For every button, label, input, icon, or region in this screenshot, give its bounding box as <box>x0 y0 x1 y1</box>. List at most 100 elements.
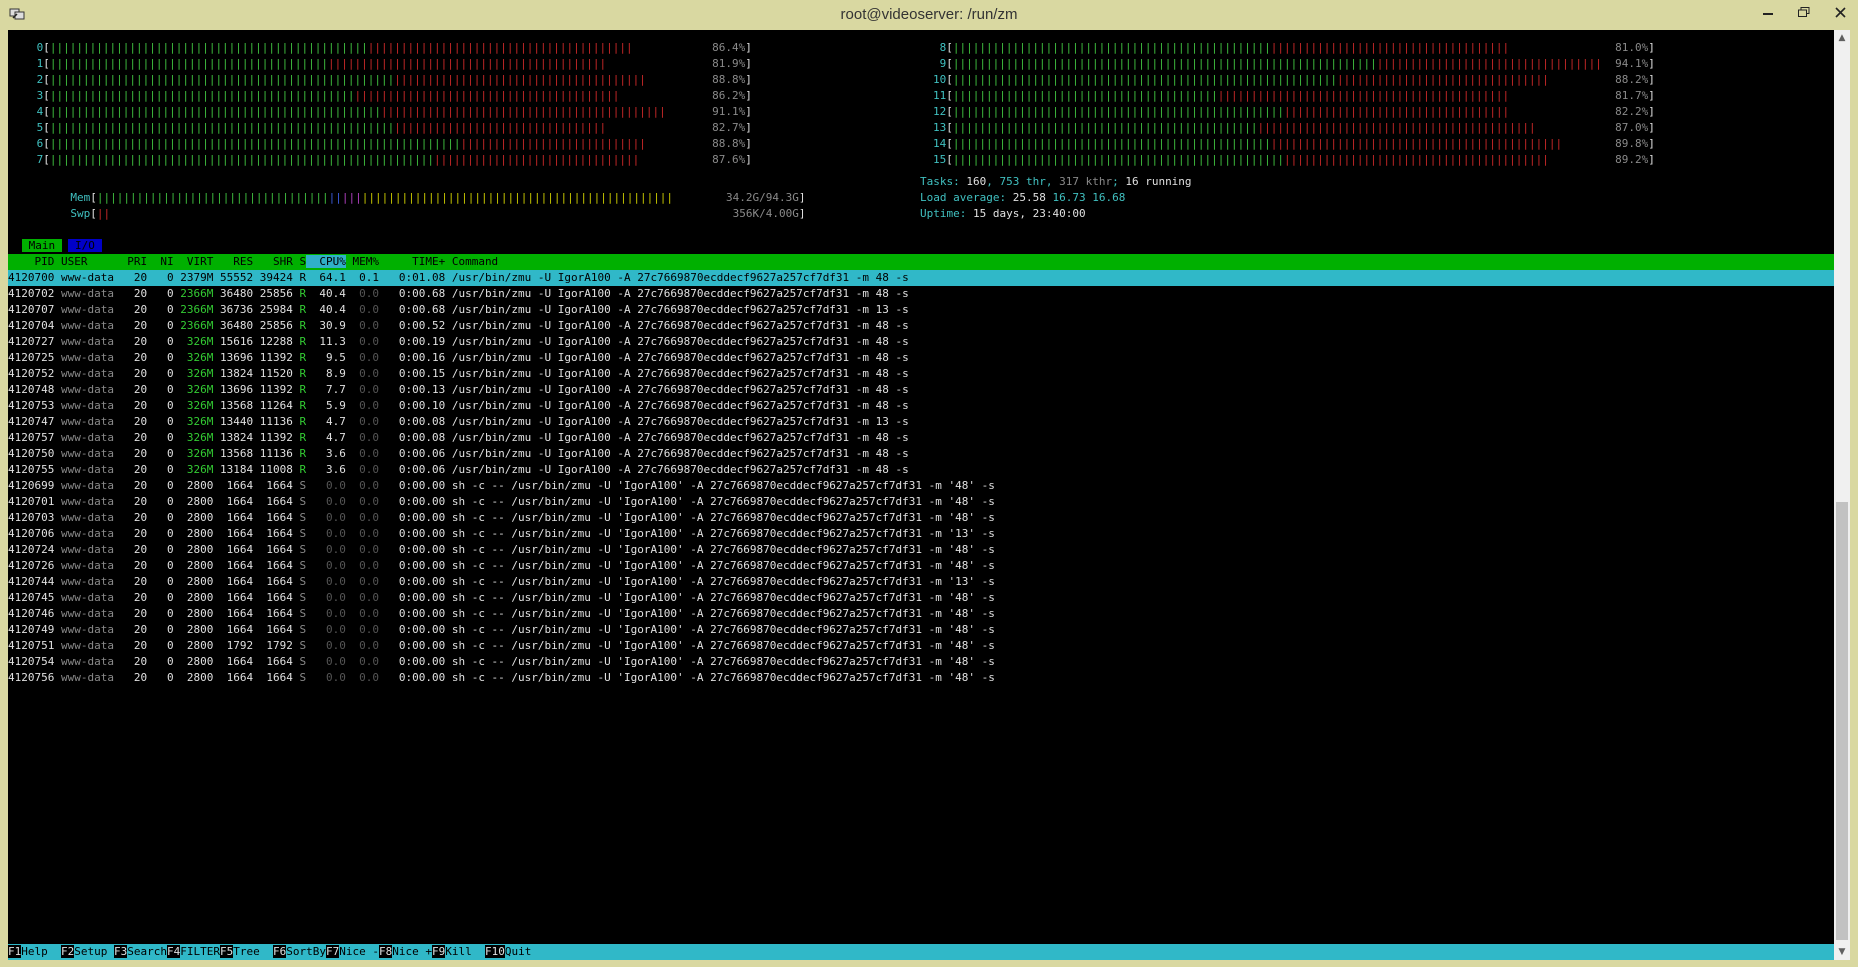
tab-io[interactable]: I/O <box>68 239 102 252</box>
process-command: /usr/bin/zmu -U IgorA100 -A 27c7669870ec… <box>445 287 909 300</box>
cpu-bar-system: |||||||||||||||||||||||||||||||||||||||| <box>1284 153 1549 166</box>
maximize-button[interactable] <box>1786 0 1822 24</box>
process-row[interactable]: 4120748 www-data 20 0 326M 13696 11392 R… <box>8 382 1834 398</box>
process-command: /usr/bin/zmu -U IgorA100 -A 27c7669870ec… <box>445 351 909 364</box>
process-pid: 4120756 <box>8 671 55 684</box>
title-bar[interactable]: root@videoserver: /run/zm <box>0 0 1858 30</box>
process-row[interactable]: 4120725 www-data 20 0 326M 13696 11392 R… <box>8 350 1834 366</box>
scroll-down-arrow-icon[interactable]: ▼ <box>1834 944 1850 960</box>
process-time: 0:00.00 <box>378 639 446 652</box>
close-button[interactable] <box>1822 0 1858 24</box>
cpu-id: 11 <box>933 89 947 102</box>
column-header-mem[interactable]: MEM% <box>346 255 379 268</box>
fkey-f8[interactable]: F8Nice + <box>379 945 432 958</box>
process-res: 1664 <box>213 575 254 588</box>
column-header-virt[interactable]: VIRT <box>174 255 214 268</box>
process-row[interactable]: 4120750 www-data 20 0 326M 13568 11136 R… <box>8 446 1834 462</box>
cpu-id: 12 <box>933 105 947 118</box>
fkey-f5[interactable]: F5Tree <box>220 945 273 958</box>
process-row[interactable]: 4120753 www-data 20 0 326M 13568 11264 R… <box>8 398 1834 414</box>
column-header-command[interactable]: Command <box>445 255 498 268</box>
tab-main[interactable]: Main <box>22 239 62 252</box>
process-res: 13824 <box>213 367 254 380</box>
process-row[interactable]: 4120755 www-data 20 0 326M 13184 11008 R… <box>8 462 1834 478</box>
process-table-header[interactable]: PID USER PRI NI VIRT RES SHR S CPU% MEM%… <box>8 254 1834 270</box>
process-row[interactable]: 4120726 www-data 20 0 2800 1664 1664 S 0… <box>8 558 1834 574</box>
process-row[interactable]: 4120702 www-data 20 0 2366M 36480 25856 … <box>8 286 1834 302</box>
process-shr: 1664 <box>253 575 293 588</box>
process-command: /usr/bin/zmu -U IgorA100 -A 27c7669870ec… <box>445 431 909 444</box>
process-row[interactable]: 4120747 www-data 20 0 326M 13440 11136 R… <box>8 414 1834 430</box>
process-pid: 4120751 <box>8 639 55 652</box>
process-shr: 11520 <box>253 367 293 380</box>
column-header-res[interactable]: RES <box>213 255 253 268</box>
column-header-ni[interactable]: NI <box>147 255 173 268</box>
process-virt: 2800 <box>173 671 214 684</box>
process-command: /usr/bin/zmu -U IgorA100 -A 27c7669870ec… <box>445 415 909 428</box>
fkey-f4[interactable]: F4FILTER <box>167 945 220 958</box>
process-row[interactable]: 4120724 www-data 20 0 2800 1664 1664 S 0… <box>8 542 1834 558</box>
process-res: 1792 <box>213 639 254 652</box>
vertical-scrollbar[interactable]: ▲ ▼ <box>1834 30 1850 960</box>
process-cpu-percent: 0.0 <box>306 607 346 620</box>
fkey-f7[interactable]: F7Nice - <box>326 945 379 958</box>
process-mem-percent: 0.0 <box>345 319 379 332</box>
process-row[interactable]: 4120701 www-data 20 0 2800 1664 1664 S 0… <box>8 494 1834 510</box>
column-header-s[interactable]: S <box>293 255 306 268</box>
process-row[interactable]: 4120749 www-data 20 0 2800 1664 1664 S 0… <box>8 622 1834 638</box>
process-row[interactable]: 4120754 www-data 20 0 2800 1664 1664 S 0… <box>8 654 1834 670</box>
column-header-cpu[interactable]: CPU% <box>306 255 346 268</box>
process-row[interactable]: 4120744 www-data 20 0 2800 1664 1664 S 0… <box>8 574 1834 590</box>
process-res: 1664 <box>213 511 254 524</box>
process-command: sh -c -- /usr/bin/zmu -U 'IgorA100' -A 2… <box>445 527 995 540</box>
process-priority: 20 <box>113 431 148 444</box>
fkey-f6[interactable]: F6SortBy <box>273 945 326 958</box>
scroll-up-arrow-icon[interactable]: ▲ <box>1834 30 1850 46</box>
fkey-f9[interactable]: F9Kill <box>432 945 485 958</box>
process-nice: 0 <box>147 479 174 492</box>
process-row[interactable]: 4120703 www-data 20 0 2800 1664 1664 S 0… <box>8 510 1834 526</box>
process-row[interactable]: 4120757 www-data 20 0 326M 13824 11392 R… <box>8 430 1834 446</box>
process-row[interactable]: 4120746 www-data 20 0 2800 1664 1664 S 0… <box>8 606 1834 622</box>
process-nice: 0 <box>147 639 174 652</box>
process-user: www-data <box>54 607 114 620</box>
minimize-button[interactable] <box>1750 0 1786 24</box>
process-row[interactable]: 4120707 www-data 20 0 2366M 36736 25984 … <box>8 302 1834 318</box>
fkey-f1[interactable]: F1Help <box>8 945 61 958</box>
process-shr: 12288 <box>253 335 293 348</box>
process-row[interactable]: 4120751 www-data 20 0 2800 1792 1792 S 0… <box>8 638 1834 654</box>
process-row[interactable]: 4120700 www-data 20 0 2379M 55552 39424 … <box>8 270 1834 286</box>
fkey-f10[interactable]: F10Quit <box>485 945 545 958</box>
cpu-percent: 81.9% <box>712 57 746 70</box>
terminal-screen[interactable]: 0[||||||||||||||||||||||||||||||||||||||… <box>8 30 1834 960</box>
process-time: 0:00.16 <box>378 351 446 364</box>
process-shr: 11392 <box>253 351 293 364</box>
process-time: 0:00.00 <box>378 479 446 492</box>
process-row[interactable]: 4120727 www-data 20 0 326M 15616 12288 R… <box>8 334 1834 350</box>
column-header-user[interactable]: USER <box>54 255 114 268</box>
scrollbar-thumb[interactable] <box>1836 502 1848 940</box>
process-shr: 1664 <box>253 559 293 572</box>
column-header-time[interactable]: TIME+ <box>379 255 445 268</box>
process-shr: 11392 <box>253 431 293 444</box>
process-mem-percent: 0.0 <box>345 415 379 428</box>
process-state: S <box>292 543 307 556</box>
process-row[interactable]: 4120752 www-data 20 0 326M 13824 11520 R… <box>8 366 1834 382</box>
fkey-f3[interactable]: F3Search <box>114 945 167 958</box>
fkey-f2[interactable]: F2Setup <box>61 945 114 958</box>
process-time: 0:00.00 <box>378 607 446 620</box>
process-res: 1664 <box>213 655 254 668</box>
process-state: S <box>292 559 307 572</box>
process-row[interactable]: 4120699 www-data 20 0 2800 1664 1664 S 0… <box>8 478 1834 494</box>
process-row[interactable]: 4120706 www-data 20 0 2800 1664 1664 S 0… <box>8 526 1834 542</box>
process-mem-percent: 0.0 <box>345 575 379 588</box>
process-row[interactable]: 4120704 www-data 20 0 2366M 36480 25856 … <box>8 318 1834 334</box>
column-header-pid[interactable]: PID <box>8 255 54 268</box>
cpu-percent: 82.7% <box>712 121 746 134</box>
process-row[interactable]: 4120745 www-data 20 0 2800 1664 1664 S 0… <box>8 590 1834 606</box>
cpu-bar-user: ||||||||||||||||||||||||||||||||||||||||… <box>952 41 1271 54</box>
column-header-pri[interactable]: PRI <box>114 255 147 268</box>
column-header-shr[interactable]: SHR <box>253 255 293 268</box>
process-row[interactable]: 4120756 www-data 20 0 2800 1664 1664 S 0… <box>8 670 1834 686</box>
process-command: /usr/bin/zmu -U IgorA100 -A 27c7669870ec… <box>445 447 909 460</box>
